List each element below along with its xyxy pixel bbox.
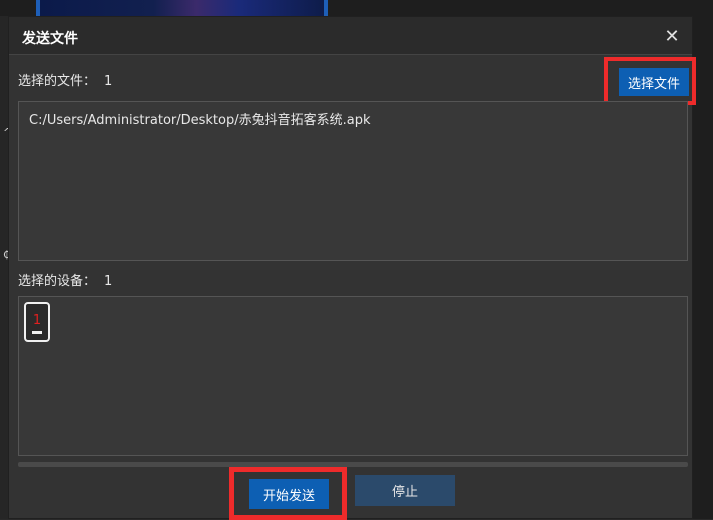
device-number: 1 [32, 313, 42, 328]
file-list-item[interactable]: C:/Users/Administrator/Desktop/赤兔抖音拓客系统.… [29, 109, 371, 128]
send-progress-bar [18, 462, 688, 467]
send-file-dialog: 发送文件 ✕ 选择的文件： 1 选择文件 C:/Users/Administrat… [8, 16, 696, 520]
selected-devices-count: 1 [104, 274, 113, 289]
selected-files-label: 选择的文件： [18, 74, 97, 89]
background-image-strip [36, 0, 328, 16]
device-home-bar [32, 331, 42, 334]
stop-button[interactable]: 停止 [355, 475, 455, 506]
device-list[interactable]: 1 [18, 296, 688, 456]
selected-devices-label-row: 选择的设备： 1 [18, 270, 112, 289]
selected-files-count: 1 [104, 74, 113, 89]
selected-files-label-row: 选择的文件： 1 [18, 70, 112, 89]
choose-file-highlight: 选择文件 [604, 57, 696, 105]
dialog-title: 发送文件 [22, 31, 78, 47]
choose-file-button[interactable]: 选择文件 [619, 68, 689, 96]
start-send-button[interactable]: 开始发送 [249, 479, 329, 509]
close-icon[interactable]: ✕ [660, 24, 684, 48]
selected-devices-label: 选择的设备： [18, 274, 97, 289]
file-list[interactable]: C:/Users/Administrator/Desktop/赤兔抖音拓客系统.… [18, 101, 688, 261]
title-bar: 发送文件 ✕ [9, 17, 692, 55]
device-phone-icon[interactable]: 1 [24, 302, 50, 342]
start-send-highlight: 开始发送 [229, 467, 347, 520]
